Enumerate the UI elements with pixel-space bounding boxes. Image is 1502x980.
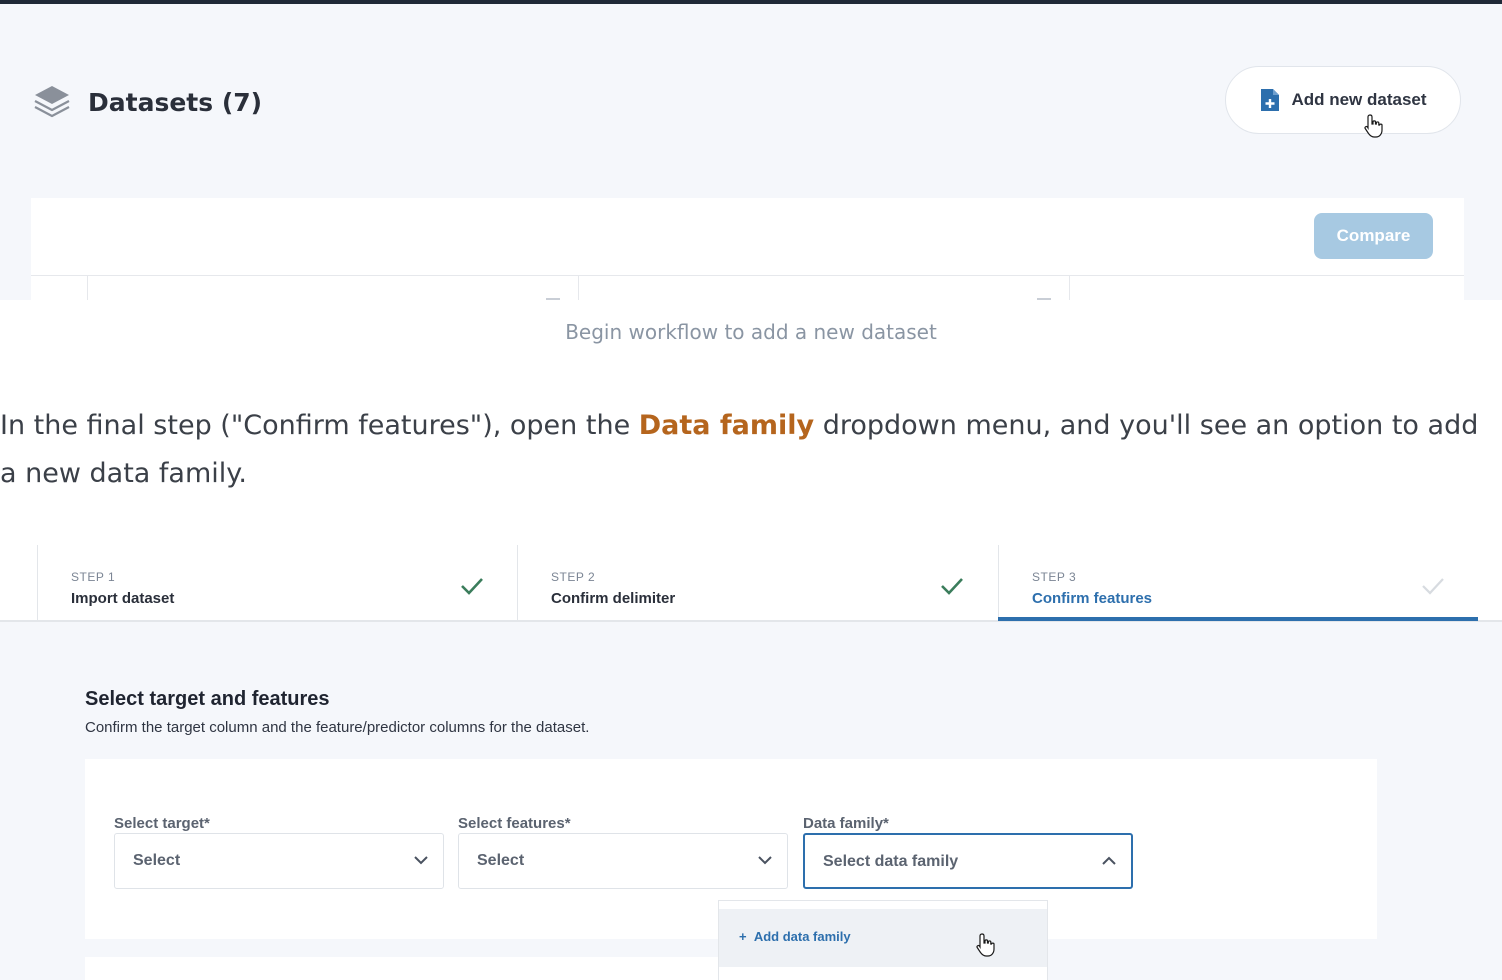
filter-icon bbox=[546, 298, 560, 300]
wizard-screenshot: STEP 1 Import dataset STEP 2 Confirm del… bbox=[0, 545, 1502, 980]
table-header-divider bbox=[31, 275, 1464, 276]
step-divider bbox=[998, 545, 999, 622]
features-select[interactable]: Select bbox=[458, 833, 788, 889]
target-label: Select target* bbox=[114, 815, 210, 832]
datasets-table-panel: Compare bbox=[31, 198, 1464, 300]
filter-icon bbox=[1037, 298, 1051, 300]
add-document-icon bbox=[1261, 89, 1280, 111]
wizard-content: Select target and features Confirm the t… bbox=[0, 622, 1502, 980]
layers-icon bbox=[34, 86, 70, 118]
instruction-text: In the final step ("Confirm features"), … bbox=[0, 410, 639, 441]
check-icon bbox=[1422, 578, 1444, 595]
step-number: STEP 1 bbox=[71, 570, 116, 584]
data-family-label: Data family* bbox=[803, 815, 889, 832]
section-title: Select target and features bbox=[85, 688, 330, 710]
active-step-indicator bbox=[998, 617, 1478, 621]
section-subtitle: Confirm the target column and the featur… bbox=[85, 719, 590, 736]
column-divider bbox=[578, 276, 579, 300]
lower-card bbox=[85, 957, 805, 980]
step-import-dataset[interactable]: STEP 1 Import dataset bbox=[37, 545, 517, 622]
instruction-paragraph: In the final step ("Confirm features"), … bbox=[0, 402, 1480, 498]
check-icon bbox=[461, 578, 483, 595]
instruction-highlight: Data family bbox=[638, 410, 815, 441]
step-confirm-delimiter[interactable]: STEP 2 Confirm delimiter bbox=[517, 545, 997, 622]
step-divider bbox=[517, 545, 518, 622]
add-data-family-label: + Add data family bbox=[739, 929, 851, 944]
target-select[interactable]: Select bbox=[114, 833, 444, 889]
option-text: Add data family bbox=[753, 929, 851, 944]
add-new-dataset-label: Add new dataset bbox=[1291, 90, 1427, 109]
step-number: STEP 2 bbox=[551, 570, 596, 584]
step-name: Confirm features bbox=[1032, 590, 1153, 607]
select-value: Select bbox=[477, 852, 525, 869]
pointer-hand-icon bbox=[976, 933, 995, 957]
chevron-down-icon bbox=[758, 856, 772, 865]
datasets-screenshot: Datasets (7) Add new dataset Compare bbox=[0, 4, 1502, 300]
column-divider bbox=[1069, 276, 1070, 300]
step-divider bbox=[37, 545, 38, 622]
data-family-dropdown-menu: + Add data family bbox=[718, 900, 1048, 980]
step-name: Confirm delimiter bbox=[551, 590, 676, 607]
step-name: Import dataset bbox=[71, 590, 175, 607]
step-number: STEP 3 bbox=[1032, 570, 1077, 584]
page-title: Datasets (7) bbox=[88, 87, 263, 117]
check-icon bbox=[941, 578, 963, 595]
column-divider bbox=[87, 276, 88, 300]
add-data-family-option[interactable]: + Add data family bbox=[719, 909, 1047, 967]
screenshot-caption: Begin workflow to add a new dataset bbox=[565, 320, 937, 344]
chevron-down-icon bbox=[414, 856, 428, 865]
features-label: Select features* bbox=[458, 815, 571, 832]
compare-button[interactable]: Compare bbox=[1314, 213, 1433, 259]
datasets-header: Datasets (7) bbox=[32, 82, 262, 122]
chevron-up-icon bbox=[1102, 856, 1116, 865]
pointer-hand-icon bbox=[1364, 114, 1383, 138]
select-value: Select data family bbox=[823, 853, 959, 870]
data-family-select[interactable]: Select data family bbox=[803, 833, 1133, 889]
add-new-dataset-button[interactable]: Add new dataset bbox=[1225, 66, 1461, 134]
step-confirm-features[interactable]: STEP 3 Confirm features bbox=[998, 545, 1478, 622]
select-value: Select bbox=[133, 852, 181, 869]
wizard-stepper: STEP 1 Import dataset STEP 2 Confirm del… bbox=[0, 545, 1502, 622]
